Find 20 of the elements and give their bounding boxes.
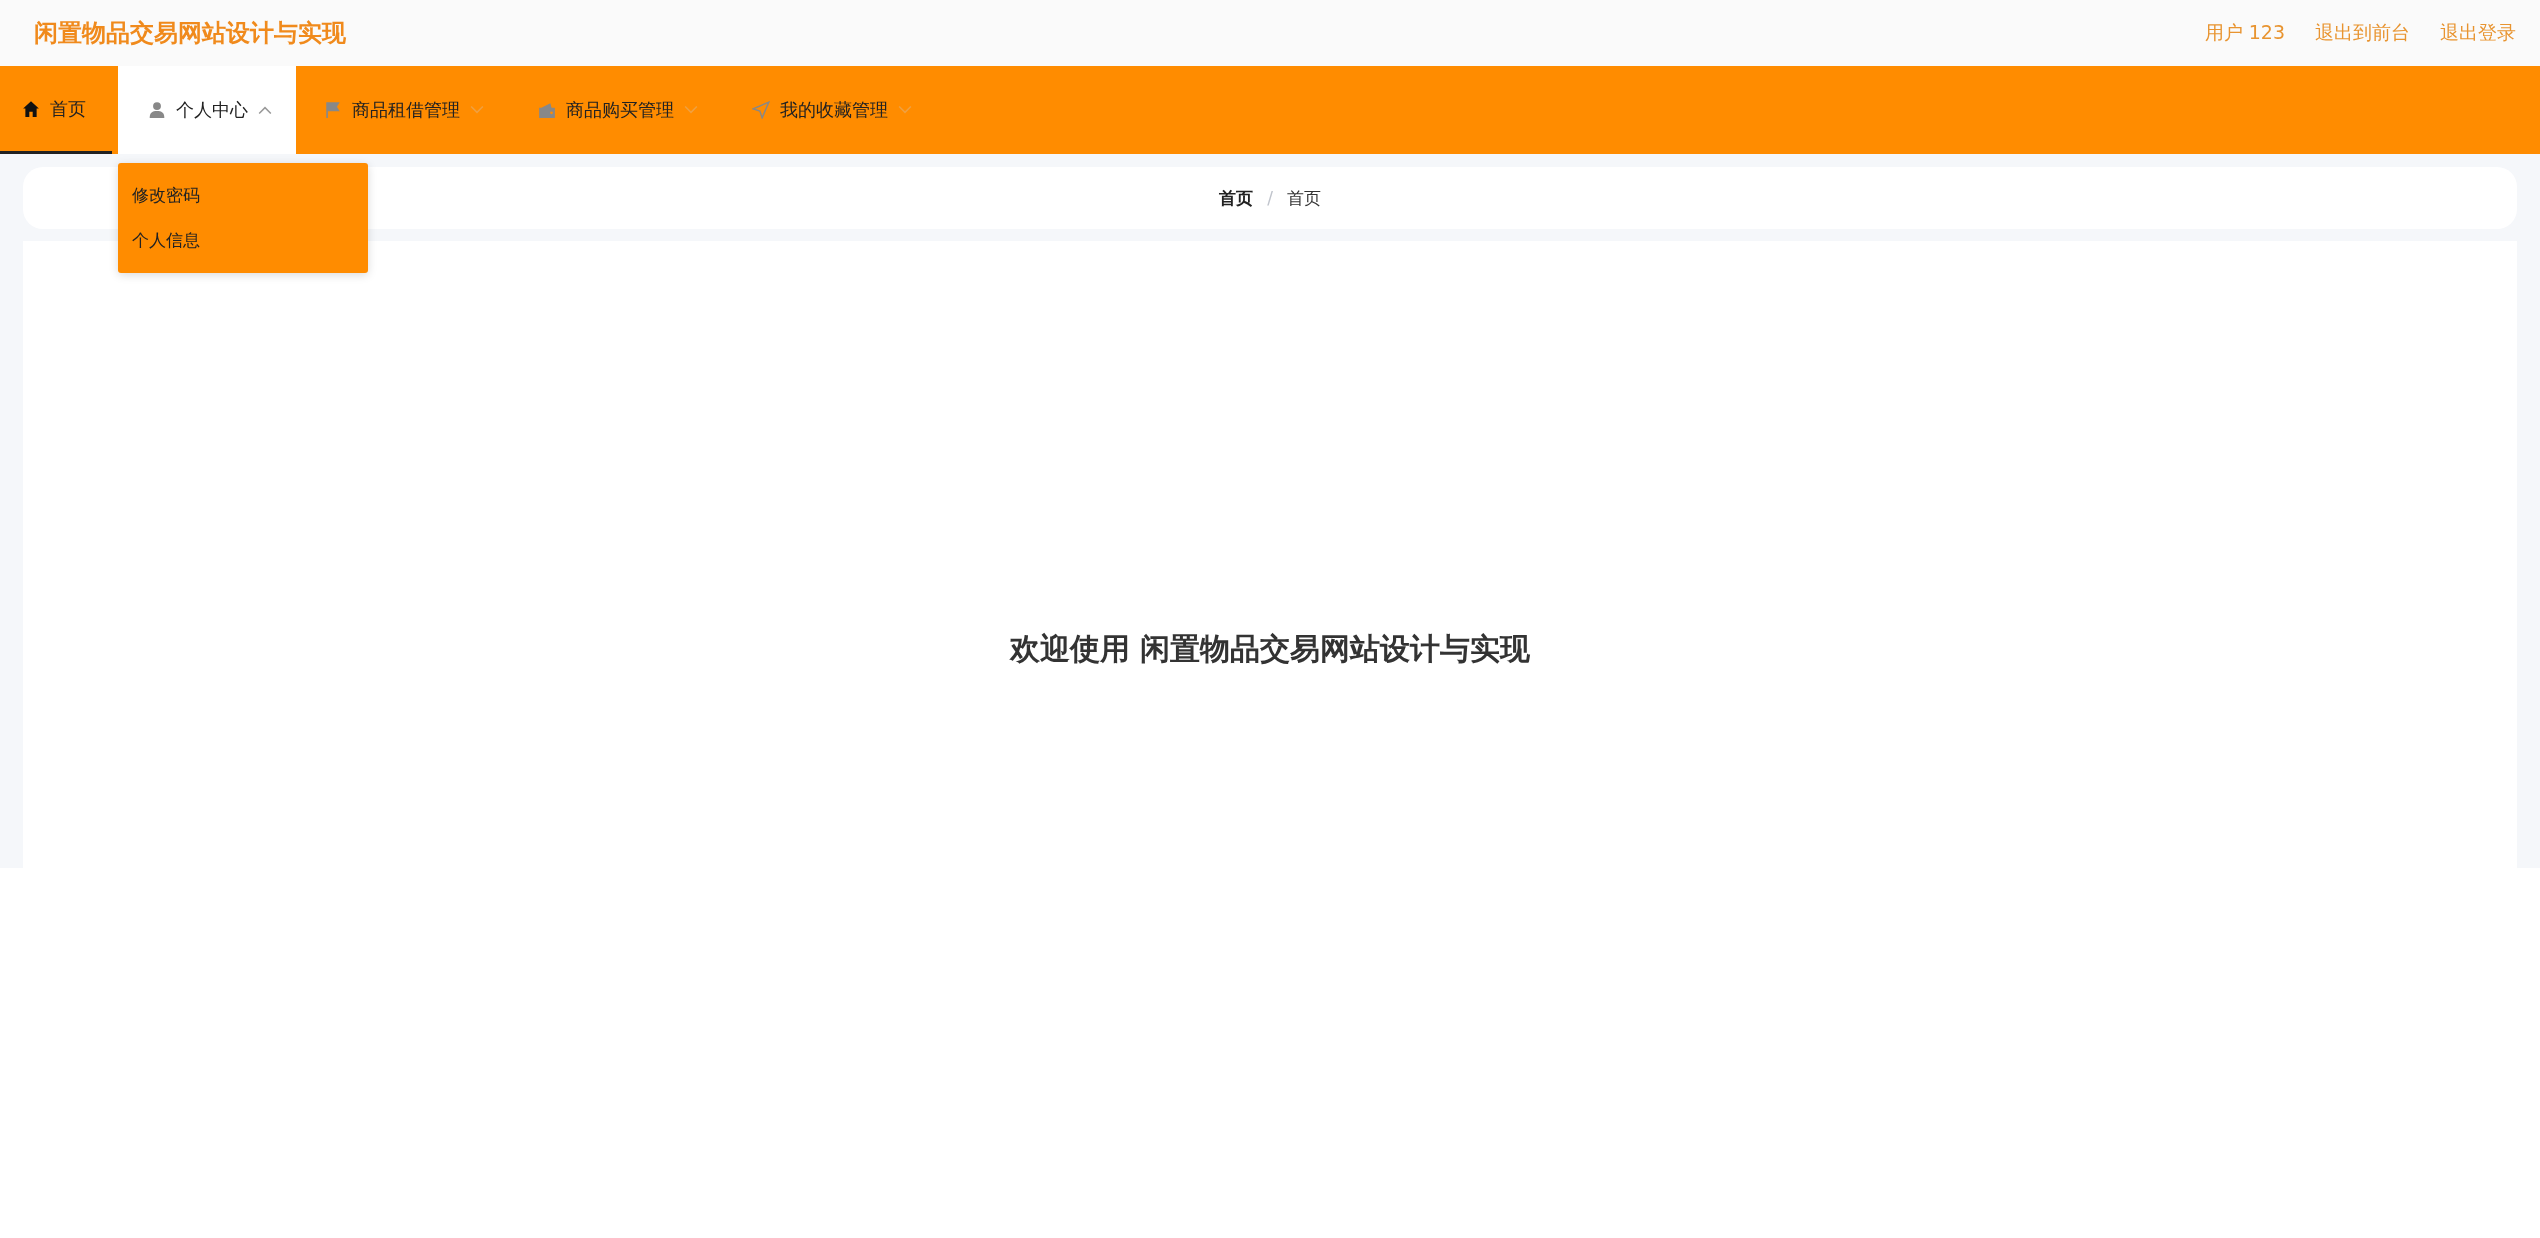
home-icon [22, 99, 40, 118]
caret-icon [470, 105, 484, 115]
menu-item[interactable]: 个人中心 [118, 66, 296, 154]
menu-item[interactable]: 商品租借管理 [302, 66, 510, 154]
welcome-heading: 欢迎使用 闲置物品交易网站设计与实现 [1009, 630, 1531, 668]
send-icon [752, 101, 770, 119]
caret-icon [898, 105, 912, 115]
menu-item[interactable]: 我的收藏管理 [730, 66, 938, 154]
caret-icon [258, 105, 272, 115]
breadcrumb-item: 首页 [1286, 186, 1321, 210]
breadcrumb-separator: / [1267, 188, 1273, 208]
menu-item[interactable]: 商品购买管理 [516, 66, 724, 154]
user-icon [148, 101, 166, 119]
breadcrumb-item[interactable]: 首页 [1219, 186, 1254, 210]
wallet-icon [538, 101, 556, 119]
dropdown-item[interactable]: 修改密码 [118, 173, 368, 218]
caret-icon [684, 105, 698, 115]
flag-icon [324, 101, 342, 119]
site-title: 闲置物品交易网站设计与实现 [34, 18, 346, 49]
dropdown-item[interactable]: 个人信息 [118, 218, 368, 263]
